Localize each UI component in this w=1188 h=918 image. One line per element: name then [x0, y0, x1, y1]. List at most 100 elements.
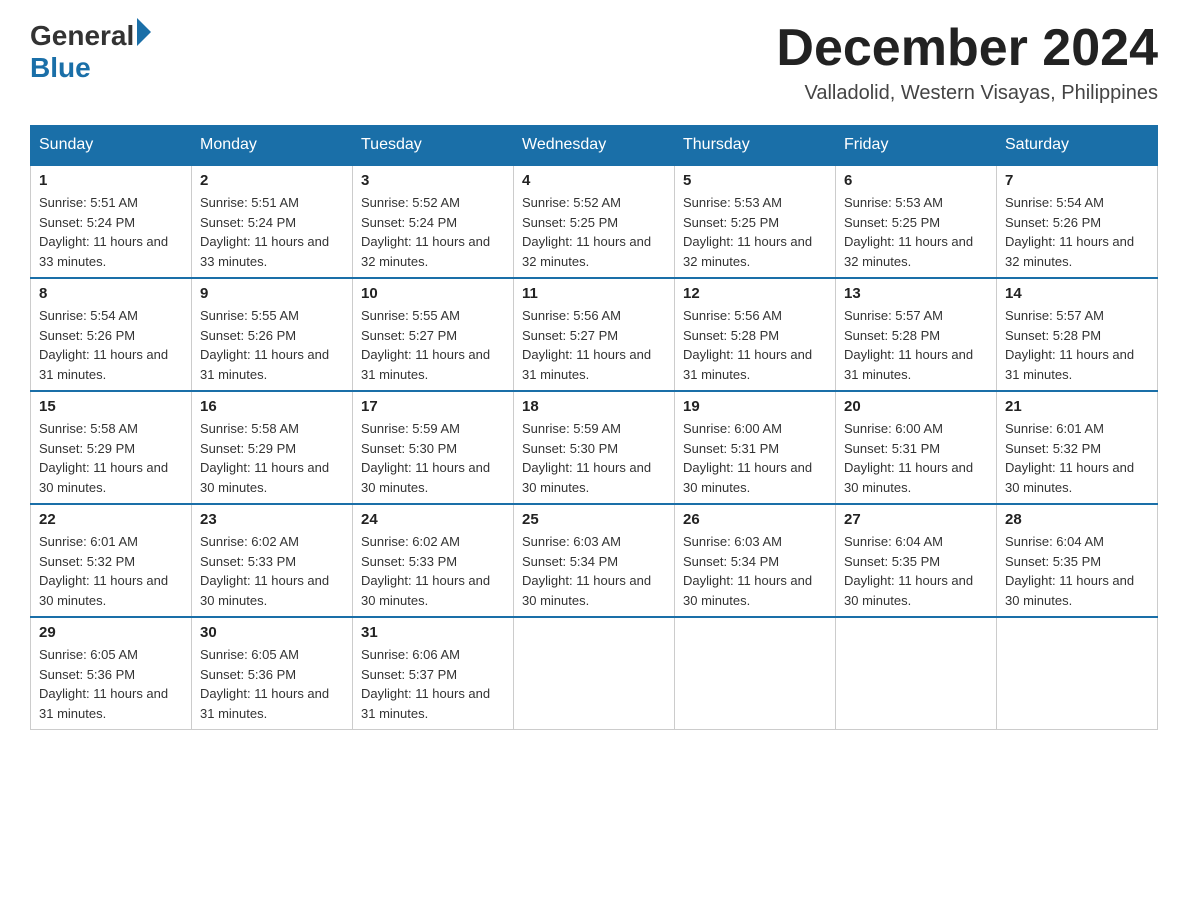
day-number: 24: [361, 511, 505, 528]
sunrise-text: Sunrise: 5:59 AM: [522, 421, 621, 436]
day-number: 16: [200, 398, 344, 415]
day-number: 7: [1005, 172, 1149, 189]
sunrise-text: Sunrise: 6:06 AM: [361, 647, 460, 662]
calendar-cell: 21 Sunrise: 6:01 AM Sunset: 5:32 PM Dayl…: [997, 391, 1158, 504]
calendar-header-monday: Monday: [192, 126, 353, 166]
sunset-text: Sunset: 5:36 PM: [200, 667, 296, 682]
day-number: 4: [522, 172, 666, 189]
sunrise-text: Sunrise: 6:00 AM: [683, 421, 782, 436]
calendar-cell: 20 Sunrise: 6:00 AM Sunset: 5:31 PM Dayl…: [836, 391, 997, 504]
day-number: 12: [683, 285, 827, 302]
daylight-text: Daylight: 11 hours and 32 minutes.: [683, 234, 812, 269]
day-info: Sunrise: 5:52 AM Sunset: 5:24 PM Dayligh…: [361, 193, 505, 271]
calendar-cell: 7 Sunrise: 5:54 AM Sunset: 5:26 PM Dayli…: [997, 165, 1158, 278]
sunrise-text: Sunrise: 6:04 AM: [844, 534, 943, 549]
daylight-text: Daylight: 11 hours and 31 minutes.: [361, 686, 490, 721]
day-number: 6: [844, 172, 988, 189]
sunset-text: Sunset: 5:30 PM: [522, 441, 618, 456]
day-number: 9: [200, 285, 344, 302]
sunset-text: Sunset: 5:27 PM: [361, 328, 457, 343]
day-info: Sunrise: 5:56 AM Sunset: 5:28 PM Dayligh…: [683, 306, 827, 384]
day-info: Sunrise: 6:05 AM Sunset: 5:36 PM Dayligh…: [39, 645, 183, 723]
day-info: Sunrise: 5:57 AM Sunset: 5:28 PM Dayligh…: [1005, 306, 1149, 384]
sunset-text: Sunset: 5:34 PM: [683, 554, 779, 569]
daylight-text: Daylight: 11 hours and 30 minutes.: [200, 460, 329, 495]
calendar-cell: 12 Sunrise: 5:56 AM Sunset: 5:28 PM Dayl…: [675, 278, 836, 391]
day-info: Sunrise: 6:04 AM Sunset: 5:35 PM Dayligh…: [844, 532, 988, 610]
calendar-header-tuesday: Tuesday: [353, 126, 514, 166]
sunrise-text: Sunrise: 5:57 AM: [1005, 308, 1104, 323]
daylight-text: Daylight: 11 hours and 31 minutes.: [200, 686, 329, 721]
daylight-text: Daylight: 11 hours and 30 minutes.: [522, 460, 651, 495]
sunset-text: Sunset: 5:25 PM: [522, 215, 618, 230]
calendar-cell: 6 Sunrise: 5:53 AM Sunset: 5:25 PM Dayli…: [836, 165, 997, 278]
sunrise-text: Sunrise: 5:56 AM: [522, 308, 621, 323]
day-number: 1: [39, 172, 183, 189]
sunset-text: Sunset: 5:35 PM: [1005, 554, 1101, 569]
sunrise-text: Sunrise: 5:59 AM: [361, 421, 460, 436]
calendar-cell: 22 Sunrise: 6:01 AM Sunset: 5:32 PM Dayl…: [31, 504, 192, 617]
day-number: 21: [1005, 398, 1149, 415]
sunset-text: Sunset: 5:25 PM: [683, 215, 779, 230]
day-info: Sunrise: 5:54 AM Sunset: 5:26 PM Dayligh…: [1005, 193, 1149, 271]
sunset-text: Sunset: 5:26 PM: [200, 328, 296, 343]
day-info: Sunrise: 5:59 AM Sunset: 5:30 PM Dayligh…: [522, 419, 666, 497]
daylight-text: Daylight: 11 hours and 30 minutes.: [1005, 573, 1134, 608]
calendar-cell: 23 Sunrise: 6:02 AM Sunset: 5:33 PM Dayl…: [192, 504, 353, 617]
calendar-week-row: 22 Sunrise: 6:01 AM Sunset: 5:32 PM Dayl…: [31, 504, 1158, 617]
sunset-text: Sunset: 5:25 PM: [844, 215, 940, 230]
day-number: 27: [844, 511, 988, 528]
calendar-cell: [514, 617, 675, 730]
calendar-cell: 13 Sunrise: 5:57 AM Sunset: 5:28 PM Dayl…: [836, 278, 997, 391]
sunrise-text: Sunrise: 5:55 AM: [200, 308, 299, 323]
sunrise-text: Sunrise: 5:52 AM: [361, 195, 460, 210]
daylight-text: Daylight: 11 hours and 30 minutes.: [683, 460, 812, 495]
day-info: Sunrise: 5:58 AM Sunset: 5:29 PM Dayligh…: [200, 419, 344, 497]
calendar-header-saturday: Saturday: [997, 126, 1158, 166]
day-number: 13: [844, 285, 988, 302]
logo: General Blue: [30, 20, 151, 84]
day-info: Sunrise: 5:55 AM Sunset: 5:26 PM Dayligh…: [200, 306, 344, 384]
day-info: Sunrise: 5:51 AM Sunset: 5:24 PM Dayligh…: [39, 193, 183, 271]
sunset-text: Sunset: 5:30 PM: [361, 441, 457, 456]
sunrise-text: Sunrise: 6:02 AM: [200, 534, 299, 549]
sunset-text: Sunset: 5:32 PM: [1005, 441, 1101, 456]
day-info: Sunrise: 6:02 AM Sunset: 5:33 PM Dayligh…: [361, 532, 505, 610]
daylight-text: Daylight: 11 hours and 31 minutes.: [39, 686, 168, 721]
logo-top: General: [30, 20, 151, 52]
page-header: General Blue December 2024 Valladolid, W…: [30, 20, 1158, 105]
daylight-text: Daylight: 11 hours and 31 minutes.: [361, 347, 490, 382]
calendar-week-row: 8 Sunrise: 5:54 AM Sunset: 5:26 PM Dayli…: [31, 278, 1158, 391]
calendar-cell: 19 Sunrise: 6:00 AM Sunset: 5:31 PM Dayl…: [675, 391, 836, 504]
day-info: Sunrise: 5:51 AM Sunset: 5:24 PM Dayligh…: [200, 193, 344, 271]
calendar-cell: 15 Sunrise: 5:58 AM Sunset: 5:29 PM Dayl…: [31, 391, 192, 504]
calendar-cell: 18 Sunrise: 5:59 AM Sunset: 5:30 PM Dayl…: [514, 391, 675, 504]
calendar-cell: 30 Sunrise: 6:05 AM Sunset: 5:36 PM Dayl…: [192, 617, 353, 730]
calendar-cell: 1 Sunrise: 5:51 AM Sunset: 5:24 PM Dayli…: [31, 165, 192, 278]
sunrise-text: Sunrise: 5:52 AM: [522, 195, 621, 210]
sunrise-text: Sunrise: 6:00 AM: [844, 421, 943, 436]
day-number: 19: [683, 398, 827, 415]
calendar-cell: 8 Sunrise: 5:54 AM Sunset: 5:26 PM Dayli…: [31, 278, 192, 391]
sunrise-text: Sunrise: 5:58 AM: [39, 421, 138, 436]
sunrise-text: Sunrise: 5:53 AM: [683, 195, 782, 210]
calendar-cell: [997, 617, 1158, 730]
daylight-text: Daylight: 11 hours and 30 minutes.: [361, 573, 490, 608]
sunset-text: Sunset: 5:36 PM: [39, 667, 135, 682]
day-info: Sunrise: 5:58 AM Sunset: 5:29 PM Dayligh…: [39, 419, 183, 497]
daylight-text: Daylight: 11 hours and 30 minutes.: [1005, 460, 1134, 495]
day-number: 10: [361, 285, 505, 302]
day-info: Sunrise: 6:03 AM Sunset: 5:34 PM Dayligh…: [522, 532, 666, 610]
calendar-cell: [836, 617, 997, 730]
sunset-text: Sunset: 5:24 PM: [200, 215, 296, 230]
daylight-text: Daylight: 11 hours and 33 minutes.: [39, 234, 168, 269]
daylight-text: Daylight: 11 hours and 32 minutes.: [361, 234, 490, 269]
day-info: Sunrise: 5:54 AM Sunset: 5:26 PM Dayligh…: [39, 306, 183, 384]
day-info: Sunrise: 6:02 AM Sunset: 5:33 PM Dayligh…: [200, 532, 344, 610]
sunrise-text: Sunrise: 6:02 AM: [361, 534, 460, 549]
sunrise-text: Sunrise: 5:58 AM: [200, 421, 299, 436]
day-number: 8: [39, 285, 183, 302]
day-info: Sunrise: 5:59 AM Sunset: 5:30 PM Dayligh…: [361, 419, 505, 497]
day-number: 28: [1005, 511, 1149, 528]
daylight-text: Daylight: 11 hours and 30 minutes.: [844, 573, 973, 608]
